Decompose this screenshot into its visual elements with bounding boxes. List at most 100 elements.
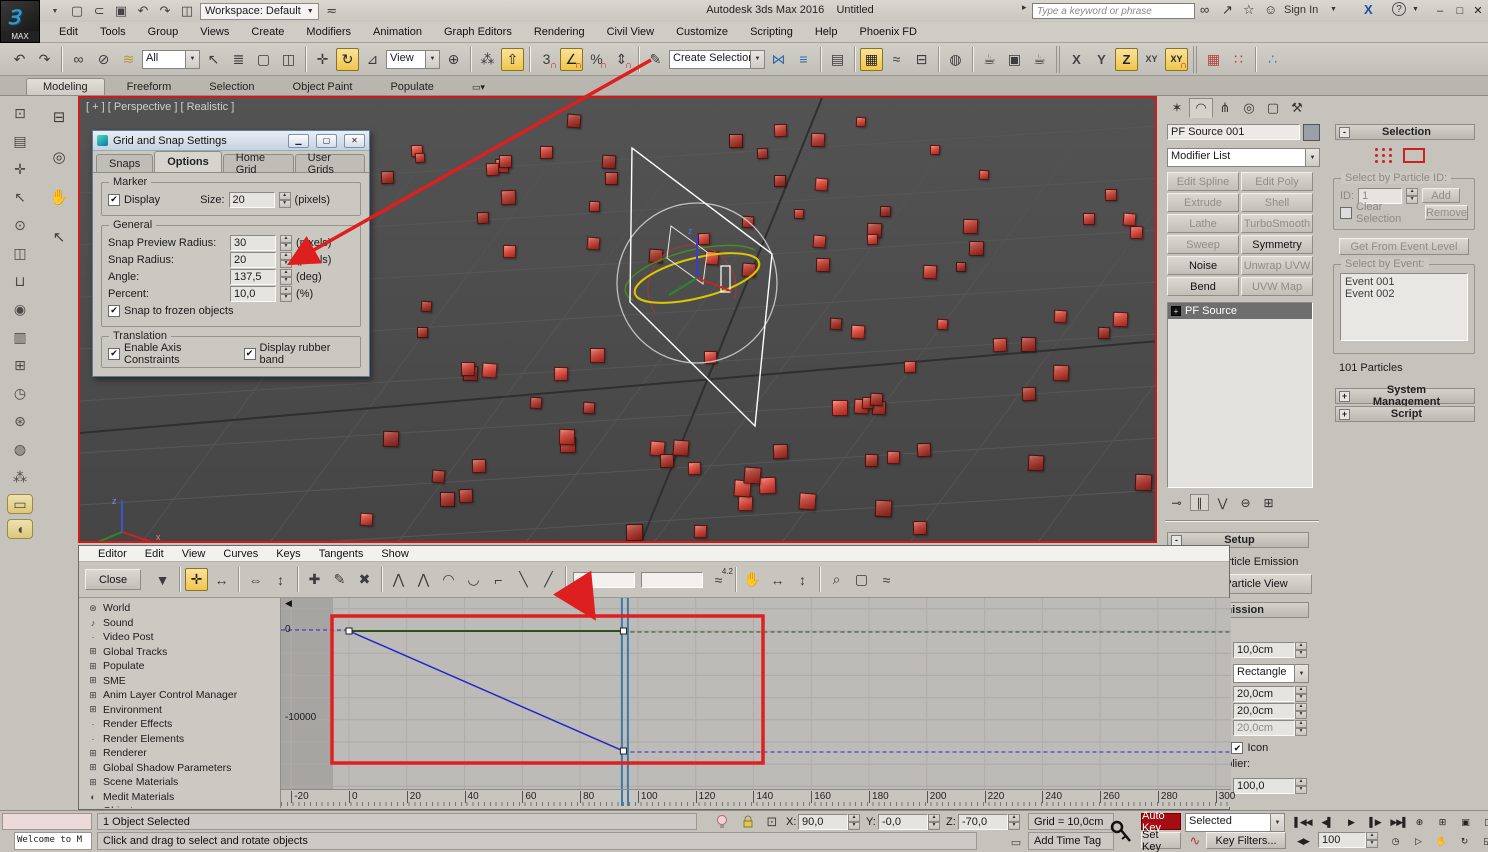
depth-spinner[interactable]: ▲▼ (1295, 720, 1307, 736)
new-file-icon[interactable]: ▢ (68, 2, 86, 20)
add-keys-icon[interactable]: ✚ (303, 568, 326, 591)
angle-snap-icon[interactable]: ∠∩ (560, 48, 583, 71)
snap-row-field[interactable]: 10,0 (230, 286, 276, 302)
go-to-end-icon[interactable]: ▶▶▌ (1388, 813, 1410, 831)
bind-to-space-warp-icon[interactable]: ≋ (117, 48, 140, 71)
time-slider-marker[interactable] (621, 790, 629, 806)
left-tool-blob-yellow-icon[interactable]: ◖ (7, 519, 33, 539)
width-field[interactable]: 20,0cm (1233, 686, 1295, 702)
curve-menu-view[interactable]: View (173, 548, 215, 560)
axis-z-button[interactable]: Z (1115, 48, 1138, 71)
go-to-start-icon[interactable]: ▌◀◀ (1292, 813, 1314, 831)
working-pivot-icon[interactable]: ▦ (1202, 48, 1225, 71)
favorites-star-icon[interactable]: ☆ (1243, 2, 1255, 18)
select-object-icon[interactable]: ↖ (202, 48, 225, 71)
delete-keys-icon[interactable]: ✖ (353, 568, 376, 591)
pan-icon[interactable]: ✋ (741, 568, 764, 591)
left-tool-gear-icon[interactable]: ⊛ (7, 410, 33, 433)
zoom-region-icon[interactable]: ▢ (850, 568, 873, 591)
rotate-gizmo[interactable]: z (585, 128, 875, 488)
dialog-tab-snaps[interactable]: Snaps (96, 154, 153, 172)
spinner-snap-icon[interactable]: ⇕∩ (610, 48, 633, 71)
curve-menu-keys[interactable]: Keys (267, 548, 309, 560)
zoom-region-icon[interactable]: ◳ (1477, 813, 1488, 831)
modifier-button-uvw-map[interactable]: UVW Map (1241, 277, 1313, 296)
window-crossing-icon[interactable]: ◫ (277, 48, 300, 71)
chevron-down-icon[interactable]: ▼ (750, 51, 764, 68)
key-time-field[interactable] (573, 572, 635, 588)
auto-key-button[interactable]: Auto Key (1141, 813, 1181, 830)
track-environment[interactable]: ⊞Environment (79, 703, 280, 718)
selection-filter-dropdown[interactable]: All▼ (142, 50, 200, 69)
left-tool-people-icon[interactable]: ⁂ (7, 466, 33, 489)
hierarchy-tab-icon[interactable]: ⋔ (1213, 98, 1237, 118)
set-tangents-auto-icon[interactable]: ⋀ (387, 568, 410, 591)
snap-row-spinner[interactable]: ▲▼ (280, 286, 292, 302)
curve-menu-edit[interactable]: Edit (136, 548, 173, 560)
redo-icon[interactable]: ↷ (33, 48, 56, 71)
track-back-arrow-icon[interactable]: ◀ (285, 598, 292, 609)
left-tool-rect-yellow-icon[interactable]: ▭ (7, 494, 33, 514)
toolbar-overflow-icon[interactable]: ≂ (323, 2, 341, 20)
maxscript-mini-listener-top[interactable] (2, 813, 92, 830)
key-default-tangent-dropdown[interactable]: Selected▼ (1185, 813, 1285, 832)
isolate-curve-icon[interactable]: ≈ (875, 568, 898, 591)
ribbon-tab-modeling[interactable]: Modeling (26, 78, 105, 95)
x-coord-spinner[interactable]: ▲▼ (848, 814, 860, 830)
select-event-icon[interactable] (1403, 148, 1425, 163)
multiplier-spinner[interactable]: ▲▼ (1295, 778, 1307, 794)
undo-icon[interactable]: ↶ (8, 48, 31, 71)
selection-lock-icon[interactable] (738, 813, 758, 831)
modifier-button-edit-poly[interactable]: Edit Poly (1241, 172, 1313, 191)
modify-tab-icon[interactable]: ◠ (1189, 98, 1213, 118)
snap-row-spinner[interactable]: ▲▼ (280, 235, 292, 251)
size-spinner[interactable]: ▲▼ (279, 192, 291, 208)
zoom-horizontal-extents-icon[interactable]: ↔ (766, 568, 789, 591)
snap-use-axis-constraints-icon[interactable]: XY∩ (1165, 48, 1188, 71)
modifier-stack[interactable]: +PF Source (1167, 302, 1313, 488)
axis-y-button[interactable]: Y (1090, 48, 1113, 71)
frame-spinner[interactable]: ▲▼ (1366, 832, 1378, 848)
zoom-icon[interactable]: ⌕ (825, 568, 848, 591)
rollout-script[interactable]: +Script (1335, 406, 1475, 422)
set-tangents-fast-icon[interactable]: ◠ (437, 568, 460, 591)
dialog-tab-options[interactable]: Options (154, 151, 222, 172)
left-tool-select-icon[interactable]: ↖ (7, 186, 33, 209)
zoom-extents-icon[interactable]: ⊞ (1431, 813, 1453, 831)
maximize-viewport-toggle-icon[interactable]: ◱ (1476, 832, 1488, 850)
workspace-dropdown[interactable]: Workspace: Default▼ (200, 3, 319, 20)
save-file-icon[interactable]: ▣ (112, 2, 130, 20)
menu-group[interactable]: Group (137, 26, 190, 38)
maxscript-mini-listener[interactable]: Welcome to M (14, 832, 92, 850)
float-tool-cursor-icon[interactable]: ↖ (46, 224, 72, 250)
rendered-frame-window-icon[interactable]: ▣ (1003, 48, 1026, 71)
zoom-mode-icon[interactable]: ⊕ (1408, 813, 1430, 831)
object-color-swatch[interactable] (1303, 124, 1320, 141)
menu-phoenix-fd[interactable]: Phoenix FD (848, 26, 927, 38)
scale-values-icon[interactable]: ↕ (269, 568, 292, 591)
event-item[interactable]: Event 001 (1345, 276, 1463, 288)
remove-modifier-icon[interactable]: ⊖ (1236, 494, 1255, 511)
layer-manager-icon[interactable]: ▤ (826, 48, 849, 71)
modifier-button-noise[interactable]: Noise (1167, 256, 1239, 275)
track-populate[interactable]: ⊞Populate (79, 659, 280, 674)
set-tangents-slow-icon[interactable]: ◡ (462, 568, 485, 591)
dialog-tab-user-grids[interactable]: User Grids (295, 154, 365, 172)
snap-row-spinner[interactable]: ▲▼ (280, 252, 292, 268)
project-folder-icon[interactable]: ◫ (178, 2, 196, 20)
ribbon-tab-object-paint[interactable]: Object Paint (277, 79, 369, 95)
utilities-tab-icon[interactable]: ⚒ (1285, 98, 1309, 118)
undo-arrow-icon[interactable]: ↶ (134, 2, 152, 20)
zoom-extents-all-icon[interactable]: ▣ (1454, 813, 1476, 831)
dialog-tab-home-grid[interactable]: Home Grid (223, 154, 294, 172)
chevron-down-icon[interactable]: ▼ (185, 51, 199, 68)
float-tool-hand-icon[interactable]: ✋ (46, 184, 72, 210)
track-world[interactable]: ⊛World (79, 601, 280, 616)
show-key-stats-icon[interactable]: ≈4.2 (707, 568, 730, 591)
schematic-view-icon[interactable]: ⊟ (910, 48, 933, 71)
key-filters-curve-icon[interactable]: ∿ (1185, 832, 1205, 850)
keyboard-override-icon[interactable]: ⇧ (501, 48, 524, 71)
left-tool-clock-icon[interactable]: ◷ (7, 382, 33, 405)
chevron-down-icon[interactable]: ▼ (1412, 6, 1419, 13)
display-checkbox[interactable]: ✔ (108, 194, 120, 206)
